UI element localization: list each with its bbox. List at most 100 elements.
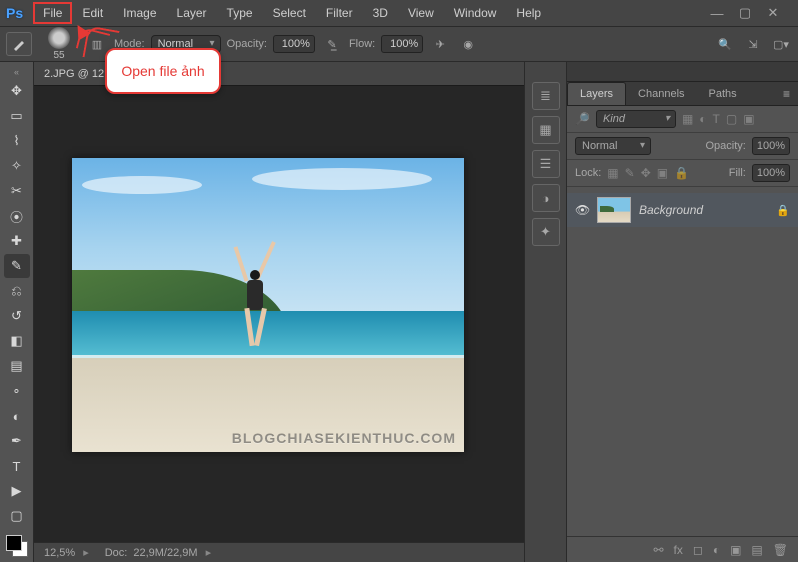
menu-help[interactable]: Help bbox=[506, 2, 551, 24]
opacity-label: Opacity: bbox=[227, 38, 267, 50]
tools-collapse-icon[interactable]: « bbox=[0, 66, 33, 78]
gradient-tool[interactable]: ▤ bbox=[4, 354, 30, 378]
eraser-tool[interactable]: ◧ bbox=[4, 329, 30, 353]
panel-menu-icon[interactable]: ≡ bbox=[775, 83, 798, 105]
workspace: « ✥▭⌇✧✂⦿✚✎⎌↺◧▤∘◐✒T▶▢ 2.JPG @ 12,5% (RGB/… bbox=[0, 62, 798, 562]
layer-blend-mode-select[interactable]: Normal bbox=[575, 137, 651, 155]
menubar: Ps FileEditImageLayerTypeSelectFilter3DV… bbox=[0, 0, 798, 26]
clone-stamp-tool[interactable]: ⎌ bbox=[4, 279, 30, 303]
panel-tab-channels[interactable]: Channels bbox=[626, 83, 696, 105]
menu-3d[interactable]: 3D bbox=[363, 2, 398, 24]
zoom-chevron-icon[interactable]: ▸ bbox=[83, 546, 89, 559]
menu-window[interactable]: Window bbox=[444, 2, 507, 24]
rectangle-tool[interactable]: ▢ bbox=[4, 504, 30, 528]
workspace-switcher-icon[interactable]: ▢▾ bbox=[770, 33, 792, 55]
filter-pixel-icon[interactable]: ▦ bbox=[682, 112, 693, 126]
move-tool[interactable]: ✥ bbox=[4, 79, 30, 103]
doc-size-label: Doc: bbox=[105, 547, 128, 559]
layer-blend-row: Normal Opacity: 100% bbox=[567, 133, 798, 160]
layers-panel-tabs: LayersChannelsPaths ≡ bbox=[567, 82, 798, 106]
layer-opacity-field[interactable]: 100% bbox=[752, 137, 790, 155]
adjustment-icon[interactable]: ◐ bbox=[713, 543, 720, 557]
layer-kind-select[interactable]: Kind bbox=[596, 110, 676, 128]
layer-visibility-icon[interactable]: 👁 bbox=[575, 203, 589, 217]
foreground-color-swatch[interactable] bbox=[6, 535, 22, 551]
maximize-button[interactable]: ▢ bbox=[736, 5, 754, 21]
flow-label: Flow: bbox=[349, 38, 375, 50]
menu-view[interactable]: View bbox=[398, 2, 444, 24]
tablet-pressure-icon[interactable]: ◉ bbox=[457, 33, 479, 55]
minimize-button[interactable]: — bbox=[708, 6, 726, 21]
airbrush-icon[interactable]: ✈ bbox=[429, 33, 451, 55]
link-layers-icon[interactable]: ⚯ bbox=[653, 543, 663, 557]
layer-lock-icon[interactable]: 🔒 bbox=[776, 204, 790, 217]
color-swatch[interactable] bbox=[4, 533, 30, 559]
magic-wand-tool[interactable]: ✧ bbox=[4, 154, 30, 178]
layer-fill-field[interactable]: 100% bbox=[752, 164, 790, 182]
opacity-pressure-icon[interactable]: ✎̲ bbox=[321, 33, 343, 55]
dodge-tool[interactable]: ◐ bbox=[4, 404, 30, 428]
opacity-field[interactable]: 100% bbox=[273, 35, 315, 53]
layer-thumbnail[interactable] bbox=[597, 197, 631, 223]
close-button[interactable]: ✕ bbox=[764, 5, 782, 21]
doc-size-value: 22,9M/22,9M bbox=[133, 547, 197, 559]
lock-pixels-icon[interactable]: ✎ bbox=[625, 166, 635, 180]
flow-field[interactable]: 100% bbox=[381, 35, 423, 53]
app-logo: Ps bbox=[6, 5, 23, 21]
fx-icon[interactable]: fx bbox=[674, 543, 683, 557]
crop-tool[interactable]: ✂ bbox=[4, 179, 30, 203]
libraries-panel-icon[interactable]: ☰ bbox=[532, 150, 560, 178]
canvas-viewport[interactable]: BLOGCHIASEKIENTHUC.COM bbox=[34, 86, 524, 542]
menu-filter[interactable]: Filter bbox=[316, 2, 363, 24]
history-brush-tool[interactable]: ↺ bbox=[4, 304, 30, 328]
panel-tab-layers[interactable]: Layers bbox=[567, 82, 626, 105]
marquee-tool[interactable]: ▭ bbox=[4, 104, 30, 128]
adjustments-panel-icon[interactable]: ◑ bbox=[532, 184, 560, 212]
filter-smart-icon[interactable]: ▣ bbox=[743, 112, 754, 126]
brush-size-value: 55 bbox=[53, 50, 64, 61]
brush-tool[interactable]: ✎ bbox=[4, 254, 30, 278]
menu-select[interactable]: Select bbox=[263, 2, 316, 24]
lock-position-icon[interactable]: ✥ bbox=[641, 166, 651, 180]
lasso-tool[interactable]: ⌇ bbox=[4, 129, 30, 153]
blur-tool[interactable]: ∘ bbox=[4, 379, 30, 403]
panel-tab-paths[interactable]: Paths bbox=[697, 83, 749, 105]
menu-list: FileEditImageLayerTypeSelectFilter3DView… bbox=[33, 2, 551, 24]
history-panel-icon[interactable]: ≣ bbox=[532, 82, 560, 110]
search-icon[interactable]: 🔍 bbox=[714, 33, 736, 55]
group-icon[interactable]: ▣ bbox=[730, 543, 741, 557]
path-select-tool[interactable]: ▶ bbox=[4, 479, 30, 503]
layer-list: 👁 Background 🔒 bbox=[567, 187, 798, 233]
eyedropper-tool[interactable]: ⦿ bbox=[4, 204, 30, 228]
menu-type[interactable]: Type bbox=[217, 2, 263, 24]
lock-all-icon[interactable]: 🔒 bbox=[674, 166, 689, 180]
menu-file[interactable]: File bbox=[33, 2, 72, 24]
window-controls: — ▢ ✕ bbox=[708, 5, 792, 21]
lock-transparent-icon[interactable]: ▦ bbox=[607, 166, 618, 180]
fill-label: Fill: bbox=[729, 167, 746, 179]
menu-edit[interactable]: Edit bbox=[72, 2, 113, 24]
lock-label: Lock: bbox=[575, 167, 601, 179]
layer-lock-row: Lock: ▦ ✎ ✥ ▣ 🔒 Fill: 100% bbox=[567, 160, 798, 187]
type-tool[interactable]: T bbox=[4, 454, 30, 478]
new-layer-icon[interactable]: ▤ bbox=[751, 543, 762, 557]
filter-adjust-icon[interactable]: ◐ bbox=[699, 112, 706, 126]
filter-type-icon[interactable]: T bbox=[713, 112, 720, 126]
mask-icon[interactable]: ◻ bbox=[693, 543, 703, 557]
menu-image[interactable]: Image bbox=[113, 2, 166, 24]
pen-tool[interactable]: ✒ bbox=[4, 429, 30, 453]
zoom-value[interactable]: 12,5% bbox=[44, 547, 75, 559]
healing-brush-tool[interactable]: ✚ bbox=[4, 229, 30, 253]
layer-name-label: Background bbox=[639, 203, 703, 217]
layer-row-background[interactable]: 👁 Background 🔒 bbox=[567, 193, 798, 227]
trash-icon[interactable]: 🗑 bbox=[773, 543, 788, 557]
filter-shape-icon[interactable]: ▢ bbox=[726, 112, 737, 126]
current-tool-icon[interactable] bbox=[6, 32, 32, 56]
lock-artboard-icon[interactable]: ▣ bbox=[657, 166, 668, 180]
swatches-panel-icon[interactable]: ▦ bbox=[532, 116, 560, 144]
menu-layer[interactable]: Layer bbox=[167, 2, 217, 24]
share-icon[interactable]: ⇲ bbox=[742, 33, 764, 55]
callout-open-file: Open file ảnh bbox=[105, 48, 221, 94]
properties-panel-icon[interactable]: ✦ bbox=[532, 218, 560, 246]
doc-info-chevron-icon[interactable]: ▸ bbox=[206, 546, 212, 559]
